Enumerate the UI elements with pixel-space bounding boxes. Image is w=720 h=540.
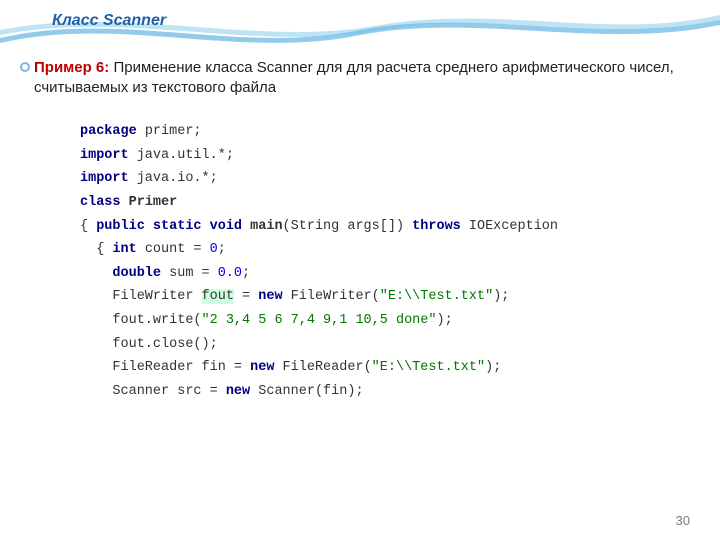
example-text: Применение класса Scanner для для расчет…: [34, 59, 674, 96]
example-description: Пример 6: Применение класса Scanner для …: [34, 58, 690, 99]
decorative-wave: [0, 0, 720, 60]
code-block: package primer; import java.util.*; impo…: [80, 120, 558, 404]
page-title: Класс Scanner: [52, 12, 166, 30]
bullet-icon: [20, 62, 30, 72]
page-number: 30: [676, 513, 690, 528]
example-label: Пример 6:: [34, 59, 109, 76]
